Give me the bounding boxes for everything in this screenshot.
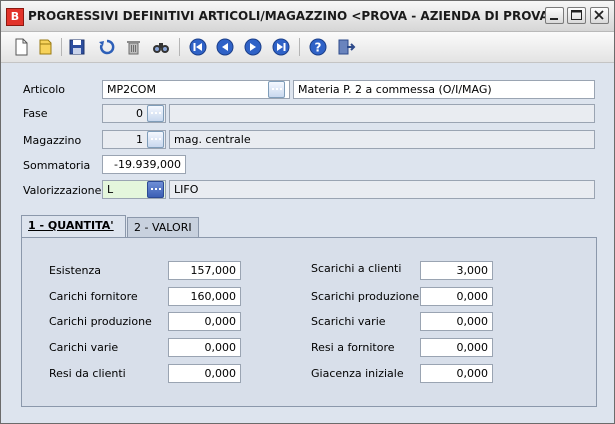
resi-a-fornitore-field: 0,000 [420,338,493,357]
minimize-icon [550,18,558,20]
valorizzazione-description-field: LIFO [169,180,595,199]
new-icon [15,38,28,56]
articolo-code-field[interactable]: MP2COM [102,80,290,99]
fase-description-field [169,104,595,123]
toolbar: ? [1,32,614,63]
fase-label: Fase [23,107,48,120]
articolo-label: Articolo [23,83,65,96]
scarichi-varie-field: 0,000 [420,312,493,331]
resi-da-clienti-label: Resi da clienti [49,367,126,380]
fase-lookup-button[interactable] [147,105,164,122]
open-icon [39,39,52,55]
close-button[interactable] [590,7,609,24]
quantita-panel: Esistenza 157,000 Carichi fornitore 160,… [21,237,597,407]
esistenza-field: 157,000 [168,261,241,280]
maximize-icon [571,10,582,20]
scarichi-a-clienti-field: 3,000 [420,261,493,280]
giacenza-iniziale-label: Giacenza iniziale [311,367,404,380]
open-button[interactable] [36,37,56,57]
help-icon: ? [309,38,327,56]
undo-button[interactable] [97,37,117,57]
toolbar-separator [61,38,62,56]
giacenza-iniziale-field: 0,000 [420,364,493,383]
exit-icon [338,39,356,55]
prev-icon [216,38,234,56]
maximize-button[interactable] [567,7,586,24]
find-button[interactable] [151,37,171,57]
magazzino-description-field: mag. centrale [169,130,595,149]
svg-text:?: ? [315,41,322,55]
resi-da-clienti-field: 0,000 [168,364,241,383]
esistenza-label: Esistenza [49,264,102,277]
last-icon [272,38,290,56]
form-area: Articolo MP2COM Materia P. 2 a commessa … [1,63,614,423]
articolo-lookup-button[interactable] [268,81,285,98]
scarichi-produzione-label: Scarichi produzione [311,290,420,303]
sommatoria-field: -19.939,000 [102,155,186,174]
new-button[interactable] [11,37,31,57]
magazzino-lookup-button[interactable] [147,131,164,148]
toolbar-separator [299,38,300,56]
first-icon [189,38,207,56]
valorizzazione-label: Valorizzazione [23,184,102,197]
first-record-button[interactable] [188,37,208,57]
help-button[interactable]: ? [308,37,328,57]
save-icon [69,39,85,55]
articolo-description-field: Materia P. 2 a commessa (O/I/MAG) [293,80,595,99]
scarichi-varie-label: Scarichi varie [311,315,386,328]
resi-a-fornitore-label: Resi a fornitore [311,341,395,354]
save-button[interactable] [67,37,87,57]
delete-icon [127,41,140,55]
carichi-varie-field: 0,000 [168,338,241,357]
title-bar[interactable]: B PROGRESSIVI DEFINITIVI ARTICOLI/MAGAZZ… [1,1,614,32]
find-icon [153,43,169,53]
scarichi-a-clienti-label: Scarichi a clienti [311,262,402,275]
close-icon [594,10,604,20]
carichi-produzione-label: Carichi produzione [49,315,152,328]
undo-icon [99,39,115,55]
last-record-button[interactable] [271,37,291,57]
main-window: B PROGRESSIVI DEFINITIVI ARTICOLI/MAGAZZ… [0,0,615,424]
tab-valori[interactable]: 2 - VALORI [127,217,199,238]
minimize-button[interactable] [545,7,564,24]
app-icon[interactable]: B [6,8,24,26]
sommatoria-label: Sommatoria [23,159,91,172]
prev-record-button[interactable] [215,37,235,57]
scarichi-produzione-field: 0,000 [420,287,493,306]
toolbar-separator [179,38,180,56]
delete-button[interactable] [123,37,143,57]
carichi-produzione-field: 0,000 [168,312,241,331]
carichi-varie-label: Carichi varie [49,341,119,354]
exit-button[interactable] [336,37,356,57]
tab-quantita[interactable]: 1 - QUANTITA' [21,215,126,239]
carichi-fornitore-field: 160,000 [168,287,241,306]
next-record-button[interactable] [243,37,263,57]
valorizzazione-lookup-button[interactable] [147,181,164,198]
next-icon [244,38,262,56]
carichi-fornitore-label: Carichi fornitore [49,290,138,303]
window-title: PROGRESSIVI DEFINITIVI ARTICOLI/MAGAZZIN… [28,9,559,23]
magazzino-label: Magazzino [23,134,82,147]
